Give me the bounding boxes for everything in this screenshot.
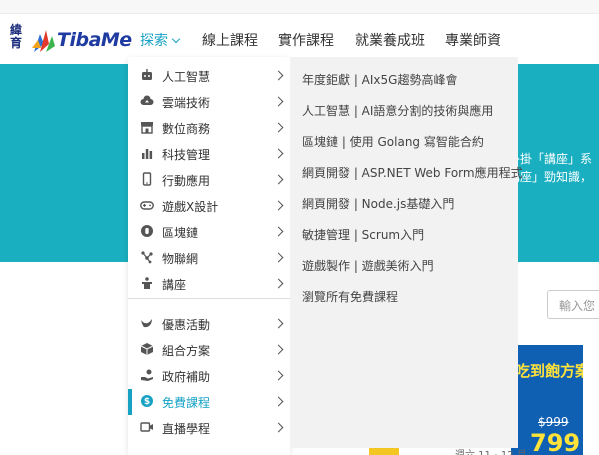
- menu-item-label: 免費課程: [162, 396, 211, 410]
- chevron-right-icon: [273, 252, 284, 263]
- menu-item-live-programs[interactable]: 直播學程: [128, 415, 290, 441]
- promo-new-price: 799: [530, 429, 581, 455]
- menu-item-label: 優惠活動: [162, 318, 211, 332]
- chevron-right-icon: [273, 174, 284, 185]
- svg-text:$: $: [144, 397, 150, 407]
- nav-online-courses[interactable]: 線上課程: [202, 30, 258, 50]
- menu-item-tech-management[interactable]: 科技管理: [128, 141, 290, 167]
- hand-coin-icon: [141, 369, 153, 381]
- menu-divider: [128, 298, 290, 299]
- menu-item-label: 政府補助: [162, 370, 211, 384]
- coin-icon: [141, 225, 153, 237]
- chevron-right-icon: [273, 96, 284, 107]
- submenu-item[interactable]: 年度鉅獻 | AIx5G趨勢高峰會: [302, 71, 457, 88]
- menu-item-free-courses[interactable]: $ 免費課程: [128, 389, 290, 415]
- flame-logo-icon: [32, 30, 55, 52]
- nav-instructors[interactable]: 專業師資: [445, 30, 501, 50]
- submenu-item[interactable]: 人工智慧 | AI語意分割的技術與應用: [302, 102, 493, 119]
- nav-career-program[interactable]: 就業養成班: [355, 30, 425, 50]
- chevron-right-icon: [273, 148, 284, 159]
- robot-icon: [142, 69, 152, 80]
- menu-item-subsidy[interactable]: 政府補助: [128, 363, 290, 389]
- logo-mark: 緯 育: [10, 23, 23, 50]
- menu-item-label: 科技管理: [162, 148, 211, 162]
- menu-item-mobile[interactable]: 行動應用: [128, 167, 290, 193]
- mobile-phone-icon: [142, 172, 152, 186]
- promo-old-price: $999: [538, 415, 569, 429]
- nav-explore[interactable]: 探索: [140, 30, 181, 50]
- store-icon: [141, 122, 153, 134]
- submenu-item[interactable]: 網頁開發 | Node.js基礎入門: [302, 195, 454, 212]
- cloud-upload-icon: [140, 95, 154, 105]
- bird-icon: [141, 319, 152, 328]
- podium-icon: [142, 277, 152, 289]
- menu-item-lectures[interactable]: 講座: [128, 271, 290, 297]
- menu-item-label: 區塊鏈: [162, 226, 199, 240]
- menu-item-blockchain[interactable]: 區塊鏈: [128, 219, 290, 245]
- chevron-right-icon: [273, 278, 284, 289]
- logo-text: TibaMe: [57, 29, 132, 51]
- chevron-right-icon: [273, 200, 284, 211]
- menu-item-bundles[interactable]: 組合方案: [128, 337, 290, 363]
- chevron-down-icon: [171, 34, 181, 44]
- network-nodes-icon: [141, 251, 153, 264]
- submenu-browse-all-link[interactable]: 瀏覽所有免費課程: [302, 288, 398, 305]
- bar-chart-icon: [142, 149, 153, 159]
- top-strip: [0, 0, 599, 14]
- nav-practical-courses[interactable]: 實作課程: [278, 30, 334, 50]
- submenu-item[interactable]: 網頁開發 | ASP.NET Web Form應用程式: [302, 164, 523, 181]
- chevron-right-icon: [273, 422, 284, 433]
- menu-item-label: 遊戲X設計: [162, 200, 219, 214]
- menu-item-label: 組合方案: [162, 344, 211, 358]
- tibame-logo[interactable]: 緯 育 TibaMe: [10, 23, 132, 56]
- chevron-right-icon: [273, 70, 284, 81]
- menu-item-cloud[interactable]: 雲端技術: [128, 89, 290, 115]
- submenu-item[interactable]: 區塊鏈 | 使用 Golang 寫智能合約: [302, 133, 484, 150]
- search-input[interactable]: 輸入您: [547, 290, 599, 319]
- chevron-right-icon: [273, 396, 284, 407]
- promo-banner[interactable]: 吃到飽方案 $999 799: [511, 345, 583, 455]
- menu-item-label: 講座: [162, 278, 187, 292]
- chevron-right-icon: [273, 344, 284, 355]
- menu-item-label: 數位商務: [162, 122, 211, 136]
- promo-title: 吃到飽方案: [515, 362, 583, 380]
- menu-item-game-design[interactable]: 遊戲X設計: [128, 193, 290, 219]
- menu-item-label: 人工智慧: [162, 70, 211, 84]
- gamepad-icon: [140, 201, 154, 210]
- menu-item-label: 雲端技術: [162, 96, 211, 110]
- menu-item-label: 物聯網: [162, 252, 199, 266]
- menu-item-ai[interactable]: 人工智慧: [128, 63, 290, 89]
- active-indicator: [128, 389, 132, 415]
- video-icon: [140, 422, 153, 432]
- chevron-right-icon: [273, 318, 284, 329]
- submenu-item[interactable]: 敏捷管理 | Scrum入門: [302, 226, 424, 243]
- menu-item-ecommerce[interactable]: 數位商務: [128, 115, 290, 141]
- submenu-item[interactable]: 遊戲製作 | 遊戲美術入門: [302, 257, 434, 274]
- menu-item-label: 行動應用: [162, 174, 211, 188]
- chevron-right-icon: [273, 370, 284, 381]
- chevron-right-icon: [273, 122, 284, 133]
- menu-item-promotions[interactable]: 優惠活動: [128, 311, 290, 337]
- box-icon: [140, 343, 154, 355]
- chevron-right-icon: [273, 226, 284, 237]
- page: 緯 育 TibaMe 探索 線上課程 實作課程 就業養成班 專業師資 外掛「講座…: [0, 0, 599, 455]
- dollar-circle-icon: $: [141, 395, 153, 407]
- menu-item-label: 直播學程: [162, 422, 211, 436]
- menu-item-iot[interactable]: 物聯網: [128, 245, 290, 271]
